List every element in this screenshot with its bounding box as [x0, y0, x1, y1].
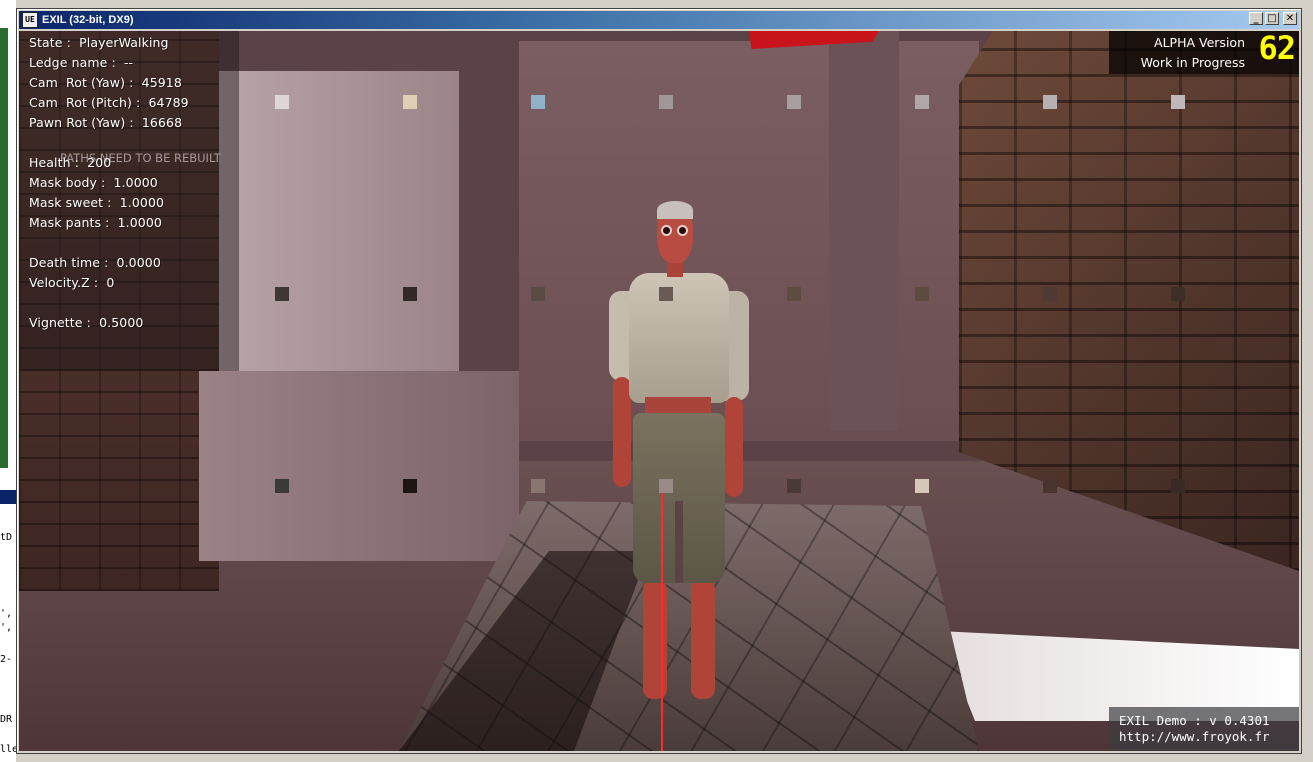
demo-version-badge: EXIL Demo : v 0.4301 http://www.froyok.f… — [1109, 707, 1299, 751]
website-label: http://www.froyok.fr — [1119, 729, 1270, 744]
debug-sample-square — [531, 287, 545, 301]
background-code-line: ', — [0, 608, 13, 619]
background-code-line: ', — [0, 622, 13, 633]
debug-cam-rot-yaw: Cam Rot (Yaw) : 45918 — [29, 75, 182, 90]
debug-mask-sweet: Mask sweet : 1.0000 — [29, 195, 165, 210]
debug-velocity-z: Velocity.Z : 0 — [29, 275, 115, 290]
unreal-engine-icon[interactable]: UE — [22, 12, 38, 28]
alpha-version-label: ALPHA Version — [1154, 35, 1245, 50]
alpha-version-badge: ALPHA Version Work in Progress 62 — [1109, 31, 1299, 74]
debug-vignette: Vignette : 0.5000 — [29, 315, 144, 330]
debug-sample-square — [403, 95, 417, 109]
character-right-leg — [691, 579, 715, 699]
debug-sample-square — [1171, 479, 1185, 493]
background-code-line: tD — [0, 532, 13, 543]
maximize-icon: □ — [1267, 13, 1277, 24]
game-window: UE EXIL (32-bit, DX9) _ □ ✕ State: Play… — [16, 8, 1302, 754]
debug-sample-square — [531, 479, 545, 493]
debug-pawn-rot-yaw: Pawn Rot (Yaw) : 16668 — [29, 115, 183, 130]
player-character — [609, 201, 749, 751]
character-left-eye — [663, 227, 670, 234]
background-code-line: DR — [0, 714, 13, 725]
game-viewport[interactable]: State : PlayerWalking Ledge name : -- Ca… — [19, 31, 1299, 751]
character-hair — [657, 201, 693, 219]
debug-death-time: Death time : 0.0000 — [29, 255, 161, 270]
debug-sample-square — [531, 95, 545, 109]
scene-back-wall — [519, 41, 979, 441]
character-right-arm — [725, 397, 743, 497]
debug-sample-square — [403, 287, 417, 301]
close-icon: ✕ — [1285, 13, 1295, 24]
character-left-leg — [643, 579, 667, 699]
fps-counter: 62 — [1258, 31, 1296, 67]
scene-lit-wall — [219, 71, 459, 391]
debug-sample-square — [659, 95, 673, 109]
debug-sample-square — [659, 479, 673, 493]
debug-health: Health : 200 — [29, 155, 112, 170]
minimize-button[interactable]: _ — [1249, 12, 1263, 25]
debug-cam-rot-pitch: Cam Rot (Pitch) : 64789 — [29, 95, 189, 110]
scene-pillar — [829, 31, 899, 431]
debug-sample-square — [915, 95, 929, 109]
debug-sample-square — [915, 479, 929, 493]
scene-lower-block — [199, 371, 519, 561]
debug-sample-square — [275, 479, 289, 493]
debug-state: State : PlayerWalking — [29, 35, 169, 50]
debug-mask-body: Mask body : 1.0000 — [29, 175, 158, 190]
debug-sample-square — [403, 479, 417, 493]
debug-sample-square — [787, 95, 801, 109]
background-selection-bar — [0, 490, 16, 504]
window-titlebar[interactable]: UE EXIL (32-bit, DX9) _ □ ✕ — [19, 11, 1299, 29]
debug-sample-square — [275, 287, 289, 301]
debug-sample-square — [1043, 95, 1057, 109]
character-leg-gap — [675, 501, 683, 583]
debug-sample-square — [1171, 95, 1185, 109]
debug-trace-line — [661, 481, 663, 751]
debug-mask-pants: Mask pants : 1.0000 — [29, 215, 162, 230]
debug-sample-square — [1171, 287, 1185, 301]
debug-sample-square — [787, 287, 801, 301]
debug-sample-square — [1043, 479, 1057, 493]
debug-sample-square — [787, 479, 801, 493]
debug-sample-square — [659, 287, 673, 301]
window-controls: _ □ ✕ — [1249, 12, 1297, 25]
background-code-line: 2- — [0, 654, 13, 665]
debug-sample-square — [275, 95, 289, 109]
work-in-progress-label: Work in Progress — [1140, 55, 1245, 70]
minimize-icon: _ — [1253, 13, 1259, 24]
debug-ledge-name: Ledge name : -- — [29, 55, 134, 70]
maximize-button[interactable]: □ — [1265, 12, 1279, 25]
character-shirt — [629, 273, 729, 403]
background-green-panel — [0, 28, 8, 468]
character-right-eye — [679, 227, 686, 234]
debug-sample-square — [1043, 287, 1057, 301]
window-title: EXIL (32-bit, DX9) — [42, 14, 134, 26]
close-button[interactable]: ✕ — [1283, 12, 1297, 25]
demo-version-label: EXIL Demo : v 0.4301 — [1119, 713, 1270, 728]
debug-sample-square — [915, 287, 929, 301]
